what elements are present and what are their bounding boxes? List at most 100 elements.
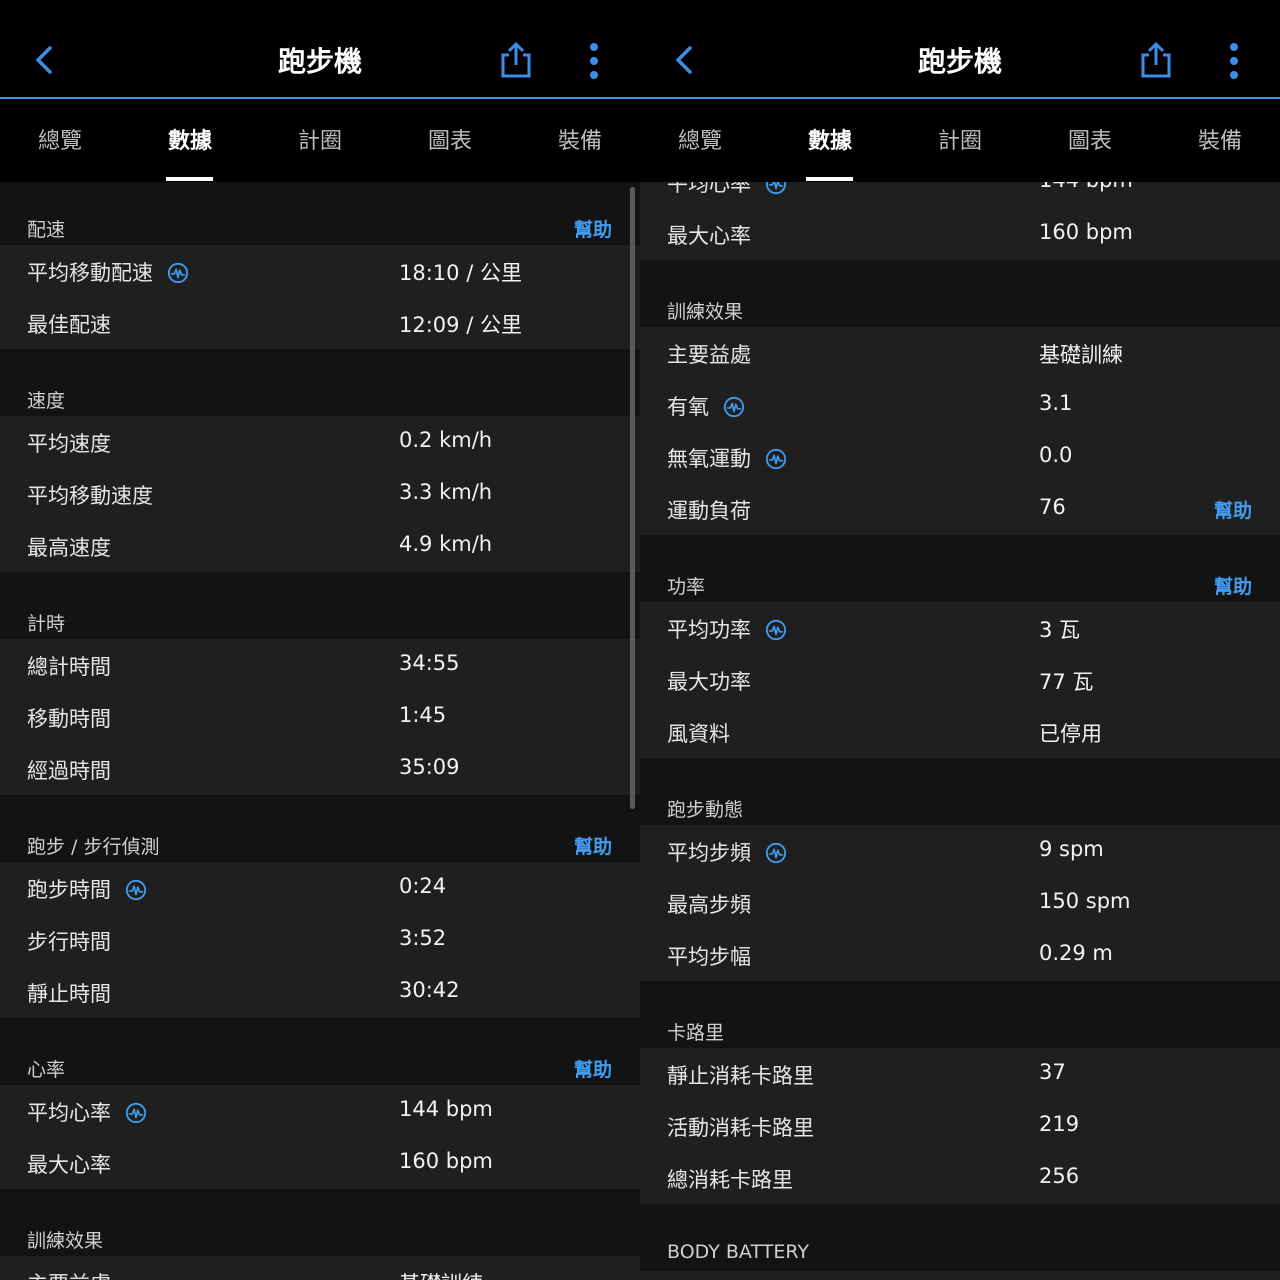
data-row: 移動時間 1:45 [0, 691, 640, 743]
section-header: 心率 [27, 1059, 66, 1081]
row-value: 150 spm [1039, 889, 1131, 913]
scrollbar[interactable] [630, 187, 635, 809]
row-label: 最高速度 [27, 536, 111, 560]
section-header: 速度 [27, 390, 66, 412]
row-label: 平均移動速度 [27, 484, 153, 508]
active-tab-indicator [166, 177, 213, 181]
data-row: 主要益處 基礎訓練 [640, 327, 1280, 379]
data-row: 有氧 3.1 [640, 379, 1280, 431]
section-card: 靜止消耗卡路里 37 活動消耗卡路里 219 總消耗卡路里 256 [640, 1048, 1280, 1204]
row-label: 跑步時間 [27, 874, 147, 904]
section-card: 跑步時間 0:24 步行時間 3:52 靜止時間 30:42 [0, 862, 640, 1018]
row-label: 最大心率 [667, 224, 751, 248]
row-value: 76 [1039, 495, 1066, 519]
tab-5[interactable]: 裝備 [1155, 123, 1280, 155]
top-bar: 跑步機 [640, 0, 1280, 99]
section-header: BODY BATTERY [667, 1241, 809, 1263]
row-label: 最大心率 [27, 1153, 111, 1177]
data-row: 總消耗卡路里 256 [640, 1152, 1280, 1204]
activity-wave-icon[interactable] [723, 396, 745, 418]
section-card: 主要益處 基礎訓練 有氧 3.1 無氧運動 0.0 運動負荷 76 幫助 [640, 327, 1280, 535]
row-label: 最佳配速 [27, 313, 111, 337]
help-link[interactable]: 幫助 [1214, 572, 1252, 599]
section-header: 計時 [27, 613, 66, 635]
help-link[interactable]: 幫助 [574, 1055, 612, 1082]
section-header: 功率 [667, 576, 706, 598]
activity-wave-icon[interactable] [765, 448, 787, 470]
data-row: 靜止消耗卡路里 37 [640, 1048, 1280, 1100]
activity-wave-icon[interactable] [125, 879, 147, 901]
data-row: 跑步時間 0:24 [0, 862, 640, 914]
row-value: 0.2 km/h [399, 428, 493, 452]
section-card: 平均速度 0.2 km/h 平均移動速度 3.3 km/h 最高速度 4.9 km/h [0, 416, 640, 572]
row-value: 基礎訓練 [1039, 343, 1123, 367]
tab-3[interactable]: 計圈 [895, 123, 1025, 155]
tab-4[interactable]: 圖表 [1025, 123, 1155, 155]
page-title: 跑步機 [917, 45, 1002, 78]
data-row: 風資料 已停用 [640, 706, 1280, 758]
data-row: 最佳配速 12:09 / 公里 [0, 297, 640, 349]
data-row: 淨影響-7 [640, 1271, 1280, 1280]
activity-wave-icon[interactable] [765, 842, 787, 864]
row-label: 平均功率 [667, 614, 787, 644]
row-label: 最大功率 [667, 670, 751, 694]
row-value: 219 [1039, 1112, 1080, 1136]
section-card: 平均步頻 9 spm 最高步頻 150 spm 平均步幅 0.29 m [640, 825, 1280, 981]
section-card: 最大心率 160 bpm [640, 208, 1280, 260]
tab-5[interactable]: 裝備 [515, 123, 640, 155]
row-value: 37 [1039, 1060, 1066, 1084]
row-label: 靜止消耗卡路里 [667, 1064, 814, 1088]
row-value: 4.9 km/h [399, 532, 493, 556]
section-header: 配速 [27, 219, 66, 241]
more-vertical-icon[interactable] [1224, 42, 1244, 80]
top-bar: 跑步機 [0, 0, 640, 99]
row-value: 144 bpm [399, 1097, 493, 1121]
tab-2[interactable]: 數據 [125, 123, 255, 155]
active-tab-indicator [806, 177, 853, 181]
row-value: 0.0 [1039, 443, 1073, 467]
row-label: 有氧 [667, 391, 745, 421]
row-label: 平均速度 [27, 432, 111, 456]
tab-1[interactable]: 總覽 [640, 123, 765, 155]
row-label: 靜止時間 [27, 982, 111, 1006]
tab-1[interactable]: 總覽 [0, 123, 125, 155]
row-value: 160 bpm [1039, 220, 1133, 244]
row-value: 77 瓦 [1039, 670, 1094, 694]
tab-3[interactable]: 計圈 [255, 123, 385, 155]
data-row: 最高速度 4.9 km/h [0, 520, 640, 572]
screen-left: 跑步機 總覽 數據 計圈 圖表 裝備 配速 幫助 平均移動配速 18:10 / 公里 最佳配速 12:… [0, 0, 640, 1280]
section-card: 平均移動配速 18:10 / 公里最佳配速 12:09 / 公里 [0, 245, 640, 349]
row-value: 0.29 m [1039, 941, 1113, 965]
section-card: 平均心率 144 bpm 最大心率 160 bpm [0, 1085, 640, 1189]
row-label: 活動消耗卡路里 [667, 1116, 814, 1140]
help-link[interactable]: 幫助 [1214, 496, 1252, 523]
row-value: 0:24 [399, 874, 447, 898]
section-header: 跑步動態 [667, 799, 744, 821]
row-label: 無氧運動 [667, 443, 787, 473]
section-header: 訓練效果 [27, 1230, 104, 1252]
data-row: 靜止時間 30:42 [0, 966, 640, 1018]
data-row: 平均步幅 0.29 m [640, 929, 1280, 981]
row-label: 平均心率 [27, 1097, 147, 1127]
share-icon[interactable] [496, 40, 536, 80]
data-row: 運動負荷 76 幫助 [640, 483, 1280, 535]
data-row: 平均移動配速 18:10 / 公里 [0, 245, 640, 297]
page-title: 跑步機 [277, 45, 362, 78]
more-vertical-icon[interactable] [584, 42, 604, 80]
tab-bar: 總覽 數據 計圈 圖表 裝備 [0, 99, 640, 182]
help-link[interactable]: 幫助 [574, 832, 612, 859]
help-link[interactable]: 幫助 [574, 215, 612, 242]
row-value: 基礎訓練 [399, 1268, 483, 1280]
row-value: 12:09 / 公里 [399, 313, 522, 337]
activity-wave-icon[interactable] [167, 262, 189, 284]
activity-wave-icon[interactable] [765, 619, 787, 641]
row-value: 3 瓦 [1039, 618, 1081, 642]
activity-wave-icon[interactable] [125, 1102, 147, 1124]
tab-4[interactable]: 圖表 [385, 123, 515, 155]
row-label: 平均移動配速 [27, 257, 189, 287]
share-icon[interactable] [1136, 40, 1176, 80]
row-label: 移動時間 [27, 707, 111, 731]
row-label: 主要益處 [667, 343, 751, 367]
tab-2[interactable]: 數據 [765, 123, 895, 155]
section-header: 跑步 / 步行偵測 [27, 836, 160, 858]
